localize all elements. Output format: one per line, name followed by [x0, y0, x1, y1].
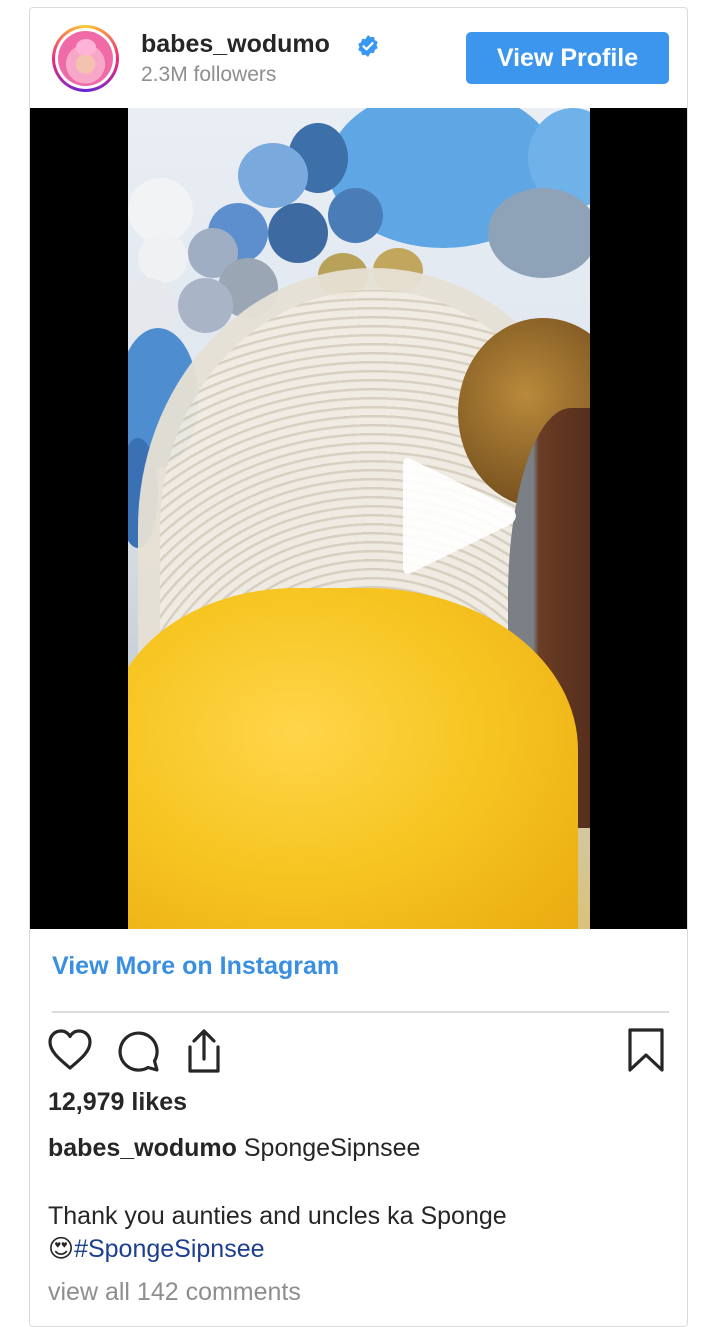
divider [52, 1011, 669, 1013]
avatar[interactable] [52, 25, 119, 92]
avatar-image [58, 31, 113, 86]
username[interactable]: babes_wodumo [141, 30, 330, 59]
play-icon[interactable] [399, 450, 523, 582]
view-profile-button[interactable]: View Profile [466, 32, 669, 84]
view-more-link[interactable]: View More on Instagram [52, 952, 339, 980]
comment-icon[interactable] [116, 1029, 160, 1073]
caption-header: babes_wodumo SpongeSipnsee [48, 1134, 420, 1163]
hashtag-link[interactable]: #SpongeSipnsee [74, 1235, 264, 1263]
view-comments-link[interactable]: view all 142 comments [48, 1278, 301, 1307]
yellow-fabric [128, 588, 578, 929]
balloon [268, 203, 328, 263]
followers-count: 2.3M followers [141, 63, 277, 86]
video-frame [128, 108, 590, 929]
video-player[interactable] [30, 108, 687, 929]
caption-username[interactable]: babes_wodumo [48, 1134, 237, 1162]
verified-icon [358, 35, 378, 57]
heart-icon[interactable] [48, 1029, 92, 1071]
bookmark-icon[interactable] [627, 1027, 665, 1073]
balloon [138, 233, 188, 283]
heart-eyes-emoji: 😍 [48, 1235, 75, 1263]
caption-text: Thank you aunties and uncles ka Sponge [48, 1202, 507, 1230]
balloon [238, 143, 308, 208]
balloon [328, 188, 383, 243]
likes-count: 12,979 likes [48, 1088, 188, 1116]
share-icon[interactable] [182, 1027, 226, 1075]
balloon [488, 188, 590, 278]
post-header: babes_wodumo 2.3M followers View Profile [30, 8, 687, 108]
caption-title: SpongeSipnsee [243, 1134, 421, 1162]
instagram-embed-card: babes_wodumo 2.3M followers View Profile [29, 7, 688, 1327]
view-more-row: View More on Instagram [52, 952, 339, 981]
caption: Thank you aunties and uncles ka Sponge 😍… [48, 1200, 648, 1266]
